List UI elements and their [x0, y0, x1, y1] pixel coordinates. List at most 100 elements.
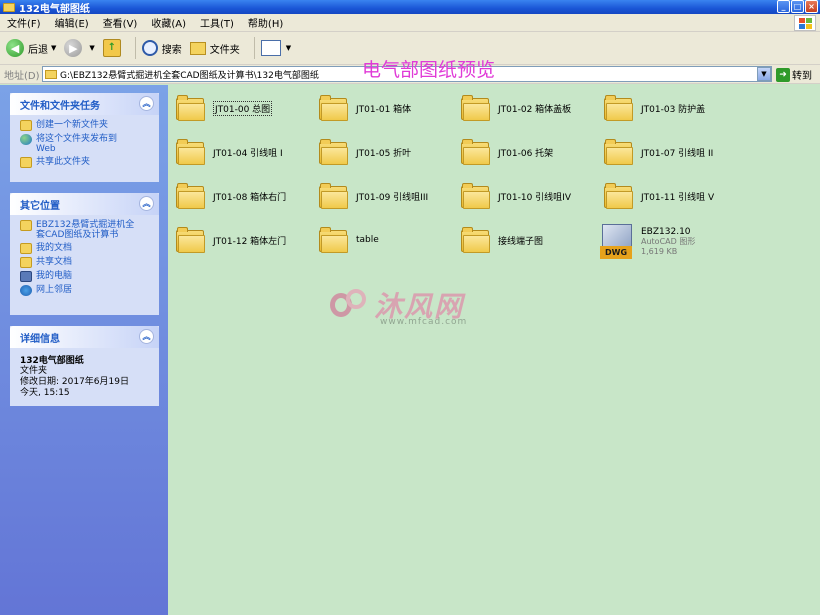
- minimize-button[interactable]: _: [777, 0, 790, 13]
- place-my-documents[interactable]: 我的文档: [20, 243, 153, 254]
- folder-item[interactable]: JT01-03 防护盖: [604, 95, 705, 121]
- go-arrow-icon: ➜: [776, 67, 790, 82]
- collapse-icon[interactable]: ︽: [139, 196, 154, 211]
- up-folder-icon[interactable]: ↑: [102, 39, 121, 57]
- place-label: 我的电脑: [36, 271, 73, 281]
- views-button[interactable]: ▼: [260, 40, 292, 56]
- toolbar-separator: [253, 37, 255, 59]
- folder-icon: [176, 95, 206, 121]
- folder-icon: [319, 95, 349, 121]
- title-bar: 132电气部图纸 _ □ ×: [0, 0, 820, 15]
- collapse-icon[interactable]: ︽: [139, 329, 154, 344]
- search-button[interactable]: 搜索: [141, 40, 182, 56]
- group-header[interactable]: 其它位置 ︽: [10, 193, 159, 215]
- task-pane: 文件和文件夹任务 ︽ 创建一个新文件夹 将这个文件夹发布到 Web 共享此文件夹 …: [0, 85, 168, 615]
- details-group: 详细信息 ︽ 132电气部图纸 文件夹 修改日期: 2017年6月19日 今天,…: [10, 326, 159, 406]
- windows-logo-icon: [794, 15, 816, 31]
- back-label: 后退: [28, 44, 48, 56]
- collapse-icon[interactable]: ︽: [139, 96, 154, 111]
- dwg-file-icon: DWG: [600, 224, 634, 260]
- folder-item[interactable]: JT01-01 箱体: [319, 95, 411, 121]
- forward-button[interactable]: ▶ ▼: [64, 39, 95, 57]
- folder-item[interactable]: table: [319, 227, 379, 253]
- folder-icon: [461, 139, 491, 165]
- task-publish-web[interactable]: 将这个文件夹发布到 Web: [20, 134, 153, 154]
- dwg-file-type: AutoCAD 图形: [641, 237, 696, 246]
- go-button[interactable]: ➜ 转到: [776, 67, 812, 82]
- back-button[interactable]: ◀ 后退 ▼: [6, 39, 56, 57]
- group-title: 其它位置: [20, 200, 60, 212]
- folder-icon: [45, 69, 57, 79]
- menu-file[interactable]: 文件(F): [0, 15, 48, 30]
- folder-item[interactable]: JT01-07 引线咀 II: [604, 139, 713, 165]
- folder-label: JT01-12 箱体左门: [213, 236, 287, 247]
- group-header[interactable]: 文件和文件夹任务 ︽: [10, 93, 159, 115]
- chevron-down-icon[interactable]: ▼: [89, 44, 94, 52]
- folder-item[interactable]: JT01-00 总图: [176, 95, 273, 121]
- chevron-down-icon: ▼: [285, 44, 292, 52]
- web-publish-icon: [20, 134, 32, 145]
- folder-item[interactable]: 接线端子图: [461, 227, 543, 253]
- folder-icon: [461, 95, 491, 121]
- folder-icon: [176, 227, 206, 253]
- menu-tools[interactable]: 工具(T): [193, 15, 241, 30]
- task-share-folder[interactable]: 共享此文件夹: [20, 157, 153, 168]
- dwg-file-item[interactable]: DWG EBZ132.10 AutoCAD 图形 1,619 KB: [600, 224, 695, 260]
- folder-icon: [176, 183, 206, 209]
- detail-name: 132电气部图纸: [20, 356, 84, 366]
- maximize-button[interactable]: □: [791, 0, 804, 13]
- folder-item[interactable]: JT01-11 引线咀 V: [604, 183, 714, 209]
- task-new-folder[interactable]: 创建一个新文件夹: [20, 120, 153, 131]
- menu-bar: 文件(F) 编辑(E) 查看(V) 收藏(A) 工具(T) 帮助(H): [0, 14, 820, 32]
- menu-view[interactable]: 查看(V): [96, 15, 145, 30]
- new-folder-icon: [20, 120, 32, 131]
- folder-item[interactable]: JT01-08 箱体右门: [176, 183, 286, 209]
- menu-help[interactable]: 帮助(H): [241, 15, 290, 30]
- place-my-computer[interactable]: 我的电脑: [20, 271, 153, 282]
- detail-modified: 修改日期: 2017年6月19日: [20, 377, 129, 387]
- network-icon: [20, 285, 32, 296]
- folder-icon: [319, 183, 349, 209]
- address-dropdown-button[interactable]: ▼: [757, 67, 771, 81]
- folder-icon: [319, 139, 349, 165]
- menu-edit[interactable]: 编辑(E): [48, 15, 96, 30]
- file-list-view: JT01-00 总图 JT01-01 箱体 JT01-02 箱体盖板 JT01-…: [168, 85, 820, 615]
- close-button[interactable]: ×: [805, 0, 818, 13]
- place-shared-documents[interactable]: 共享文档: [20, 257, 153, 268]
- dwg-file-size: 1,619 KB: [641, 247, 678, 256]
- overlay-title: 电气部图纸预览: [362, 59, 496, 81]
- my-documents-icon: [20, 243, 32, 254]
- place-label-line1: EBZ132悬臂式掘进机全: [36, 220, 135, 230]
- views-icon: [260, 40, 281, 56]
- folder-item[interactable]: JT01-09 引线咀III: [319, 183, 428, 209]
- detail-time: 今天, 15:15: [20, 388, 70, 398]
- dwg-badge: DWG: [600, 246, 632, 259]
- watermark-logo-icon: [330, 287, 370, 323]
- back-arrow-icon: ◀: [6, 39, 24, 57]
- folders-button[interactable]: 文件夹: [189, 41, 240, 56]
- folder-item[interactable]: JT01-02 箱体盖板: [461, 95, 571, 121]
- folder-icon: [604, 95, 634, 121]
- place-parent-folder[interactable]: EBZ132悬臂式掘进机全 套CAD图纸及计算书: [20, 220, 153, 240]
- group-header[interactable]: 详细信息 ︽: [10, 326, 159, 348]
- folder-item[interactable]: JT01-12 箱体左门: [176, 227, 286, 253]
- group-title: 文件和文件夹任务: [20, 100, 100, 112]
- folder-item[interactable]: JT01-10 引线咀IV: [461, 183, 571, 209]
- window-title: 132电气部图纸: [19, 3, 90, 15]
- folder-item[interactable]: JT01-05 折叶: [319, 139, 411, 165]
- share-folder-icon: [20, 157, 32, 168]
- folders-label: 文件夹: [209, 44, 240, 56]
- search-icon: [141, 40, 158, 56]
- menu-favorites[interactable]: 收藏(A): [144, 15, 193, 30]
- place-label: EBZ132悬臂式掘进机全 套CAD图纸及计算书: [36, 220, 134, 240]
- folder-item[interactable]: JT01-06 托架: [461, 139, 553, 165]
- folder-label: JT01-03 防护盖: [641, 104, 706, 115]
- place-label: 共享文档: [36, 257, 73, 267]
- chevron-down-icon[interactable]: ▼: [51, 44, 56, 52]
- folder-label: JT01-10 引线咀IV: [498, 192, 571, 203]
- folder-label: JT01-05 折叶: [356, 148, 412, 159]
- place-network[interactable]: 网上邻居: [20, 285, 153, 296]
- folder-icon: [604, 183, 634, 209]
- folder-icon: [3, 2, 15, 12]
- folder-item[interactable]: JT01-04 引线咀 I: [176, 139, 283, 165]
